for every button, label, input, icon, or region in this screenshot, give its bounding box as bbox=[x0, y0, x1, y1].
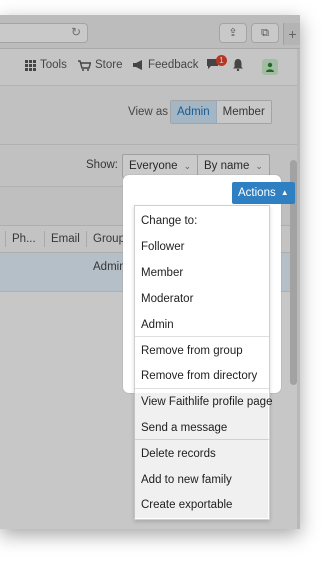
menu-item-admin[interactable]: Admin bbox=[141, 319, 174, 331]
chevron-up-icon: ▲ bbox=[280, 188, 289, 197]
menu-divider bbox=[135, 336, 269, 337]
menu-dim-overlay bbox=[134, 393, 268, 518]
actions-button-label: Actions bbox=[238, 187, 276, 199]
actions-button[interactable]: Actions ▲ bbox=[232, 182, 295, 204]
menu-item-moderator[interactable]: Moderator bbox=[141, 293, 193, 305]
menu-header-change-to: Change to: bbox=[141, 215, 198, 227]
menu-divider bbox=[135, 388, 269, 389]
menu-item-remove-from-directory[interactable]: Remove from directory bbox=[141, 370, 257, 382]
menu-item-remove-from-group[interactable]: Remove from group bbox=[141, 345, 243, 357]
menu-item-member[interactable]: Member bbox=[141, 267, 183, 279]
menu-item-follower[interactable]: Follower bbox=[141, 241, 184, 253]
